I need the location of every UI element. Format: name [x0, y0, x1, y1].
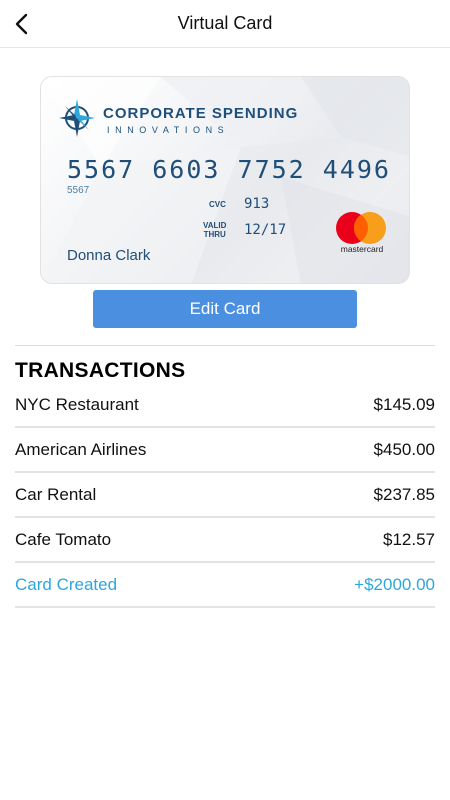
transaction-amount: $237.85 [373, 484, 435, 504]
transaction-name: Cafe Tomato [15, 529, 112, 549]
compass-logo-icon [59, 99, 95, 137]
transaction-row[interactable]: American Airlines $450.00 [15, 428, 435, 473]
app-header: Virtual Card [0, 0, 450, 48]
transaction-row-credit[interactable]: Card Created +$2000.00 [15, 563, 435, 608]
page-title: Virtual Card [177, 13, 273, 33]
valid-label-line1: VALID [203, 221, 227, 230]
transaction-name: Card Created [15, 574, 118, 594]
brand-subtitle: INNOVATIONS [107, 125, 230, 135]
card-number-prefix: 5567 [67, 185, 90, 196]
transaction-row[interactable]: Cafe Tomato $12.57 [15, 518, 435, 563]
virtual-card: CORPORATE SPENDING INNOVATIONS 5567 6603… [40, 76, 410, 284]
cvc-label: CVC [209, 200, 226, 209]
transactions-heading: TRANSACTIONS [15, 359, 186, 382]
network-label: mastercard [340, 244, 384, 254]
valid-thru-label: VALID THRU [203, 221, 226, 239]
transaction-name: American Airlines [15, 439, 147, 459]
transaction-name: Car Rental [15, 484, 97, 504]
cardholder-name: Donna Clark [67, 247, 151, 264]
transaction-amount: $12.57 [383, 529, 435, 549]
transaction-row[interactable]: Car Rental $237.85 [15, 473, 435, 518]
transactions-list: NYC Restaurant $145.09 American Airlines… [15, 383, 435, 608]
transaction-name: NYC Restaurant [15, 394, 139, 414]
mastercard-logo-icon [336, 212, 386, 244]
card-number: 5567 6603 7752 4496 [67, 155, 391, 184]
transaction-amount: $145.09 [373, 394, 435, 414]
valid-label-line2: THRU [203, 230, 226, 239]
divider [15, 345, 435, 346]
brand-name: CORPORATE SPENDING [103, 105, 299, 122]
transaction-amount: +$2000.00 [354, 574, 435, 594]
transaction-row[interactable]: NYC Restaurant $145.09 [15, 383, 435, 428]
cvc-value: 913 [244, 196, 270, 212]
expiry-date: 12/17 [244, 222, 287, 238]
transaction-amount: $450.00 [373, 439, 435, 459]
edit-card-button[interactable]: Edit Card [93, 290, 357, 328]
